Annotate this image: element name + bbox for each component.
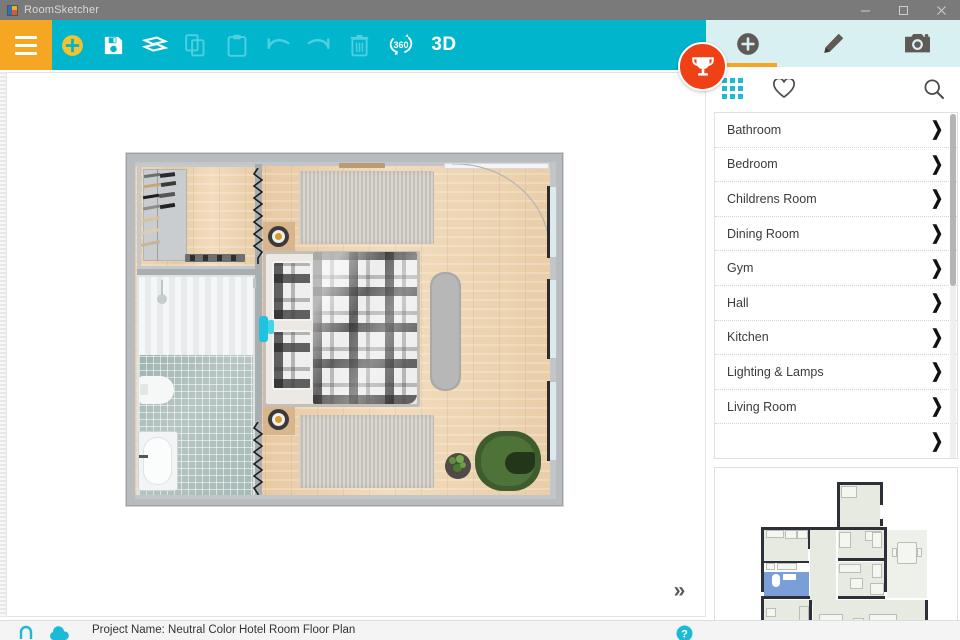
- trash-icon[interactable]: [339, 20, 380, 70]
- layers-icon[interactable]: [134, 20, 175, 70]
- paste-icon[interactable]: [216, 20, 257, 70]
- category-label: Living Room: [727, 399, 797, 414]
- category-label: Hall: [727, 295, 749, 310]
- tab-edit[interactable]: [791, 20, 876, 67]
- help-icon[interactable]: ?: [676, 625, 693, 640]
- double-chevron-right-icon[interactable]: »: [661, 576, 695, 606]
- category-item-gym[interactable]: Gym ❯: [715, 251, 957, 286]
- maximize-icon[interactable]: [884, 0, 922, 20]
- undo-icon[interactable]: [257, 20, 298, 70]
- project-name-label: Project Name: Neutral Color Hotel Room F…: [92, 624, 356, 636]
- roomsketcher-window: RoomSketcher 360 3D » Bathroom ❯ Bedroom…: [0, 0, 960, 640]
- chevron-right-icon: ❯: [930, 292, 944, 314]
- svg-text:360: 360: [393, 40, 408, 50]
- measure-icon[interactable]: [18, 625, 34, 640]
- window-controls: [846, 0, 960, 20]
- chevron-right-icon: ❯: [930, 396, 944, 418]
- chevron-right-icon: ❯: [930, 223, 944, 245]
- category-label: Bedroom: [727, 157, 778, 172]
- category-item-partial[interactable]: ❯: [715, 424, 957, 458]
- chevron-right-icon: ❯: [930, 361, 944, 383]
- category-label: Dining Room: [727, 226, 800, 241]
- door-swing-bottom: [253, 422, 263, 498]
- close-icon[interactable]: [922, 0, 960, 20]
- hamburger-menu-icon[interactable]: [0, 20, 52, 70]
- floorplan-canvas[interactable]: »: [6, 72, 706, 617]
- svg-text:?: ?: [681, 629, 688, 640]
- roomsketcher-app-icon: [7, 4, 18, 16]
- camera-icon: [905, 34, 931, 53]
- title-bar: RoomSketcher: [0, 0, 960, 20]
- bedroom-floorplan-render[interactable]: [126, 153, 563, 506]
- chevron-right-icon: ❯: [930, 326, 944, 348]
- chevron-right-icon: ❯: [930, 430, 944, 452]
- chevron-right-icon: ❯: [930, 188, 944, 210]
- favorites-button[interactable]: [758, 67, 810, 110]
- minimize-icon[interactable]: [846, 0, 884, 20]
- right-panel: Bathroom ❯ Bedroom ❯ Childrens Room ❯ Di…: [678, 20, 960, 640]
- redo-icon[interactable]: [298, 20, 339, 70]
- main-toolbar: 360 3D: [0, 20, 706, 70]
- category-item-dining-room[interactable]: Dining Room ❯: [715, 217, 957, 252]
- category-label: Gym: [727, 261, 754, 276]
- category-item-kitchen[interactable]: Kitchen ❯: [715, 321, 957, 356]
- cloud-icon[interactable]: [48, 626, 70, 640]
- category-list-scrollbar[interactable]: [950, 114, 956, 458]
- chevron-right-icon: ❯: [930, 119, 944, 141]
- door-arc: [452, 164, 551, 253]
- heart-icon: [773, 78, 795, 98]
- floorplan-thumbnail[interactable]: [714, 467, 958, 640]
- save-icon[interactable]: [93, 20, 134, 70]
- category-item-hall[interactable]: Hall ❯: [715, 286, 957, 321]
- panel-tab-bar: [706, 20, 960, 67]
- chevron-right-icon: ❯: [930, 257, 944, 279]
- scrollbar-thumb[interactable]: [950, 114, 956, 286]
- tab-snapshot[interactable]: [875, 20, 960, 67]
- pencil-icon: [823, 33, 843, 53]
- category-item-bedroom[interactable]: Bedroom ❯: [715, 148, 957, 183]
- trophy-icon[interactable]: [678, 42, 727, 91]
- category-list[interactable]: Bathroom ❯ Bedroom ❯ Childrens Room ❯ Di…: [714, 112, 958, 459]
- category-item-bathroom[interactable]: Bathroom ❯: [715, 113, 957, 148]
- window-title: RoomSketcher: [24, 4, 100, 16]
- grid-icon: [721, 78, 743, 99]
- category-label: Childrens Room: [727, 191, 817, 206]
- search-icon: [924, 78, 944, 99]
- category-label: Kitchen: [727, 330, 769, 345]
- door-swing-top: [253, 168, 263, 264]
- 360-view-icon[interactable]: 360: [380, 20, 421, 70]
- view-3d-button[interactable]: 3D: [421, 20, 467, 70]
- chevron-right-icon: ❯: [930, 153, 944, 175]
- add-circle-icon[interactable]: [52, 20, 93, 70]
- add-circle-icon: [737, 32, 760, 55]
- search-button[interactable]: [908, 67, 960, 110]
- category-item-lighting-lamps[interactable]: Lighting & Lamps ❯: [715, 355, 957, 390]
- category-item-childrens-room[interactable]: Childrens Room ❯: [715, 182, 957, 217]
- category-label: Bathroom: [727, 122, 782, 137]
- panel-filter-bar: [706, 67, 960, 110]
- copy-icon[interactable]: [175, 20, 216, 70]
- status-bar: Project Name: Neutral Color Hotel Room F…: [0, 620, 960, 640]
- category-item-living-room[interactable]: Living Room ❯: [715, 390, 957, 425]
- category-label: Lighting & Lamps: [727, 364, 824, 379]
